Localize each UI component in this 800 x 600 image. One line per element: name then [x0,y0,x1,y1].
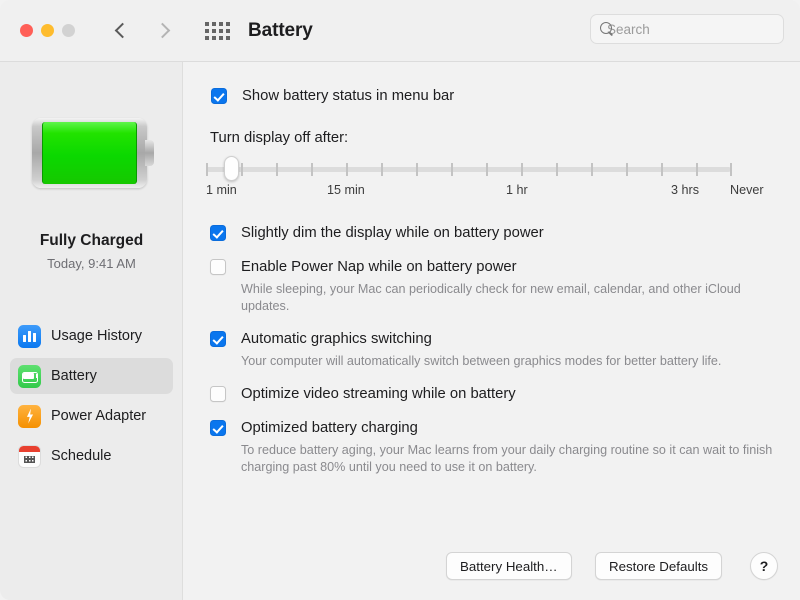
content-pane: Show battery status in menu bar Turn dis… [184,62,800,600]
slider-label-1hr: 1 hr [506,183,528,197]
search-field[interactable] [590,14,784,44]
minimize-button[interactable] [41,24,54,37]
optimize-video-label: Optimize video streaming while on batter… [241,386,516,402]
slider-label-3hrs: 3 hrs [671,183,699,197]
sidebar-item-label: Usage History [51,328,143,344]
footer-buttons: Battery Health… Restore Defaults ? [184,534,800,600]
traffic-lights [20,24,75,37]
back-chevron-icon[interactable] [113,23,129,39]
turn-display-off-label: Turn display off after: [210,130,349,146]
show-battery-status-label: Show battery status in menu bar [242,88,455,104]
schedule-calendar-icon [18,444,41,468]
charge-time-text: Today, 9:41 AM [47,256,136,271]
optimized-charging-label: Optimized battery charging [241,420,418,436]
battery-health-button[interactable]: Battery Health… [446,552,572,580]
optimized-charging-checkbox[interactable] [210,420,226,436]
power-nap-description: While sleeping, your Mac can periodicall… [241,282,741,313]
charge-status-text: Fully Charged [39,232,144,249]
forward-chevron-icon[interactable] [155,23,171,39]
search-input[interactable] [607,21,784,37]
slider-thumb[interactable] [224,156,239,181]
preferences-window: Battery Fully Charged Today, 9:41 AM Usa… [0,0,800,600]
power-adapter-icon [18,404,41,428]
battery-icon [18,364,41,388]
zoom-button[interactable] [62,24,75,37]
sidebar-list: Usage History Battery Power Adapter Sche… [10,318,173,478]
sidebar-item-battery[interactable]: Battery [10,358,173,394]
option-graphics-switching: Automatic graphics switching Your comput… [210,330,780,370]
battery-status-graphic [32,118,154,188]
slightly-dim-checkbox[interactable] [210,225,226,241]
slider-label-1min: 1 min [206,183,237,197]
graphics-switching-label: Automatic graphics switching [241,331,432,347]
sidebar-item-schedule[interactable]: Schedule [10,438,173,474]
option-optimize-video: Optimize video streaming while on batter… [210,385,780,403]
sidebar-item-label: Power Adapter [51,408,147,424]
option-optimized-charging: Optimized battery charging To reduce bat… [210,419,780,476]
close-button[interactable] [20,24,33,37]
sidebar-item-label: Schedule [51,448,112,464]
usage-history-icon [18,324,41,348]
graphics-switching-description: Your computer will automatically switch … [241,354,722,368]
slider-track[interactable] [206,167,731,172]
sidebar-item-usage-history[interactable]: Usage History [10,318,173,354]
show-battery-status-checkbox[interactable] [211,88,227,104]
slightly-dim-label: Slightly dim the display while on batter… [241,225,544,241]
option-slightly-dim: Slightly dim the display while on batter… [210,224,780,242]
page-title: Battery [248,19,313,41]
sidebar-item-label: Battery [51,368,97,384]
slider-label-15min: 15 min [327,183,365,197]
turn-display-off-slider[interactable] [206,156,756,182]
restore-defaults-button[interactable]: Restore Defaults [595,552,723,580]
navigation-controls [113,23,171,39]
show-all-grid-icon[interactable] [205,21,230,40]
power-nap-checkbox[interactable] [210,259,226,275]
battery-options-list: Slightly dim the display while on batter… [210,224,780,476]
slider-label-never: Never [730,183,764,197]
graphics-switching-checkbox[interactable] [210,331,226,347]
optimize-video-checkbox[interactable] [210,386,226,402]
help-button[interactable]: ? [750,552,778,580]
sidebar-item-power-adapter[interactable]: Power Adapter [10,398,173,434]
show-battery-status-row[interactable]: Show battery status in menu bar [211,87,454,105]
sidebar: Fully Charged Today, 9:41 AM Usage Histo… [0,62,183,600]
option-power-nap: Enable Power Nap while on battery power … [210,258,780,315]
title-bar: Battery [0,0,800,62]
power-nap-label: Enable Power Nap while on battery power [241,259,517,275]
optimized-charging-description: To reduce battery aging, your Mac learns… [241,443,773,474]
